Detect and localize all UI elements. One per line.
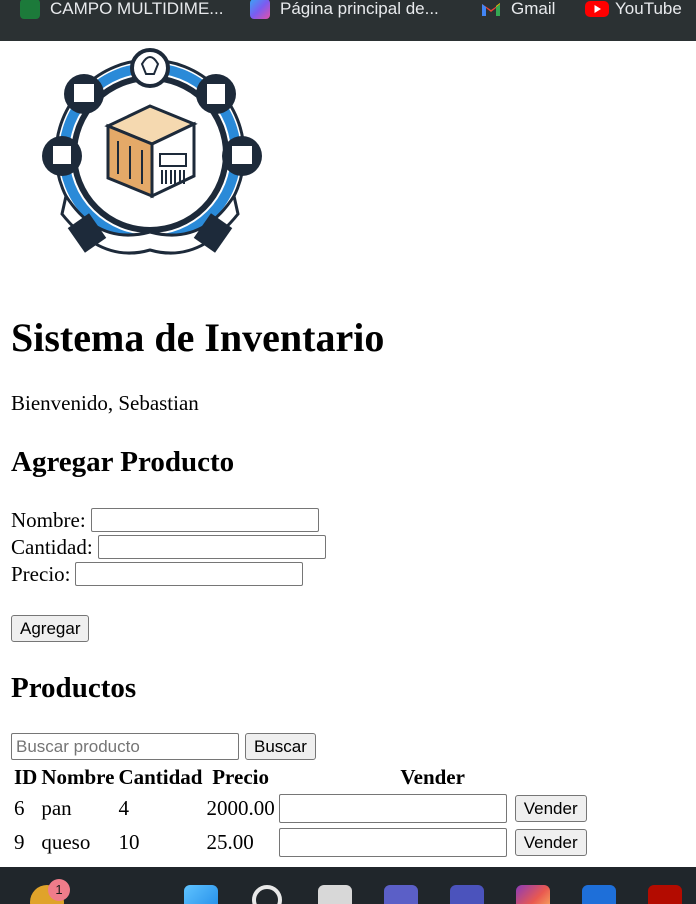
cell-cantidad: 4: [118, 796, 129, 820]
cell-precio: 25.00: [206, 830, 254, 854]
gmail-icon: [481, 0, 501, 19]
cell-vender-button: Vender: [510, 792, 588, 824]
column-header-precio: Precio: [212, 765, 269, 789]
bookmarks-bar: CAMPO MULTIDIME... Página principal de..…: [0, 0, 696, 41]
bookmark-campo[interactable]: CAMPO MULTIDIME...: [20, 0, 223, 19]
app-icon[interactable]: [582, 885, 616, 904]
inventory-logo: [38, 46, 266, 266]
precio-row: Precio:: [11, 561, 304, 587]
instagram-icon[interactable]: [516, 885, 550, 904]
column-header-vender: Vender: [400, 765, 465, 789]
bing-icon: [250, 0, 270, 19]
bookmark-bing[interactable]: Página principal de...: [250, 0, 439, 19]
bookmark-label: Página principal de...: [280, 0, 439, 18]
vender-button[interactable]: Vender: [514, 795, 587, 822]
bookmark-label: Gmail: [511, 0, 556, 18]
nombre-input[interactable]: [90, 508, 319, 532]
cell-cantidad: 10: [118, 830, 140, 854]
pdf-icon[interactable]: [648, 885, 682, 904]
youtube-icon: [585, 0, 609, 19]
bookmark-gmail[interactable]: Gmail: [481, 0, 555, 19]
precio-label: Precio:: [11, 562, 71, 586]
products-heading: Productos: [11, 672, 137, 704]
table-row: 6 pan 4 2000.00 Vender: [13, 792, 588, 824]
cantidad-label: Cantidad:: [11, 535, 93, 559]
welcome-message: Bienvenido, Sebastian: [11, 391, 199, 415]
buscar-button[interactable]: Buscar: [245, 733, 316, 760]
cell-precio: 2000.00: [206, 796, 275, 820]
agregar-button[interactable]: Agregar: [11, 615, 90, 642]
precio-input[interactable]: [75, 562, 304, 586]
task-view-icon[interactable]: [318, 885, 352, 904]
cell-vender-button: Vender: [510, 826, 588, 858]
bookmark-youtube[interactable]: YouTube: [585, 0, 682, 19]
cell-nombre: queso: [41, 830, 91, 854]
column-header-cantidad: Cantidad: [118, 765, 203, 789]
cell-id: 9: [14, 830, 25, 854]
cell-vender-input: [278, 792, 508, 824]
search-icon[interactable]: [252, 885, 282, 904]
cell-vender-input: [278, 826, 508, 858]
teams-icon[interactable]: [384, 885, 418, 904]
bookmark-label: YouTube: [615, 0, 682, 18]
campo-icon: [20, 0, 40, 19]
vender-button[interactable]: Vender: [514, 829, 587, 856]
bookmark-label: CAMPO MULTIDIME...: [50, 0, 224, 18]
windows-start-icon[interactable]: [184, 885, 218, 904]
search-input[interactable]: [11, 733, 239, 760]
nombre-label: Nombre:: [11, 508, 86, 532]
add-product-heading: Agregar Producto: [11, 446, 235, 478]
page-title: Sistema de Inventario: [11, 315, 385, 360]
cantidad-row: Cantidad:: [11, 534, 326, 560]
cell-id: 6: [14, 796, 25, 820]
column-header-id: ID: [14, 765, 38, 789]
vender-quantity-input[interactable]: [278, 828, 507, 857]
table-header-row: ID Nombre Cantidad Precio Vender: [13, 764, 588, 790]
taskbar: 1: [0, 867, 696, 904]
teams-work-icon[interactable]: [450, 885, 484, 904]
products-table: ID Nombre Cantidad Precio Vender 6 pan 4…: [11, 762, 590, 860]
table-row: 9 queso 10 25.00 Vender: [13, 826, 588, 858]
column-header-nombre: Nombre: [41, 765, 115, 789]
notification-badge: 1: [48, 879, 70, 901]
cantidad-input[interactable]: [97, 535, 326, 559]
vender-quantity-input[interactable]: [278, 794, 507, 823]
nombre-row: Nombre:: [11, 507, 319, 533]
cell-nombre: pan: [41, 796, 72, 820]
